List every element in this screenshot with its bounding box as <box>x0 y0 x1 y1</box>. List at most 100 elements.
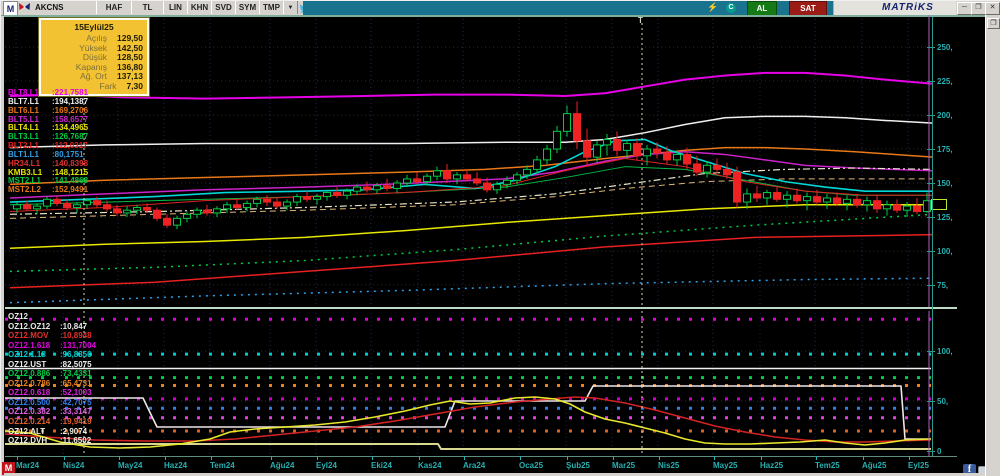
matriks-m-logo[interactable]: M <box>3 1 18 16</box>
y-axis-line <box>932 17 933 456</box>
xaxis-tick <box>613 456 614 460</box>
matriks-brand-panel: MATRiKS <box>833 1 956 15</box>
xaxis-tick <box>863 456 864 460</box>
cursor-t-marker: T <box>638 16 643 25</box>
label-oz12-0-886: OZ12.0.886:73,4331 <box>8 369 92 379</box>
xaxis-label-may24: May24 <box>118 461 143 470</box>
toolbar-button-tl[interactable]: TL <box>131 1 164 14</box>
label-oz12: OZ12 <box>8 312 29 321</box>
xaxis-tick <box>271 456 272 460</box>
lightning-icon[interactable]: ⚡ <box>707 1 719 14</box>
xaxis-label-mar24: Mar24 <box>16 461 40 470</box>
last-price-marker <box>931 199 947 210</box>
xaxis-tick <box>317 456 318 460</box>
label-oz12-1-618: OZ12.1.618:131,7004 <box>8 340 97 350</box>
xaxis-label-oca25: Oca25 <box>519 461 544 470</box>
xaxis-label-ağu24: Ağu24 <box>270 461 295 470</box>
label-oz12-0-500: OZ12.0.500:42,7075 <box>8 397 92 407</box>
tick <box>927 47 935 48</box>
butterfly-logo-icon <box>17 1 31 14</box>
m-logo-letter: M <box>6 3 15 14</box>
sell-button[interactable]: SAT <box>789 1 827 16</box>
label-oz12-1-18: OZ12.1.18:96,8356 <box>8 350 92 360</box>
xaxis-tick <box>520 456 521 460</box>
label-oz12-0-214: OZ12.0.214:19,9419 <box>8 417 92 427</box>
toolbar-button-khn[interactable]: KHN <box>187 1 212 14</box>
chart-dropdown-button[interactable]: ▼ <box>283 1 298 14</box>
xaxis-label-mar25: Mar25 <box>612 461 636 470</box>
label-oz12-0-786: OZ12.0.786:65,4731 <box>8 378 92 388</box>
close-button[interactable]: ✕ <box>985 2 1000 15</box>
bottom-ytick-0: 0 <box>937 447 942 456</box>
restore-button[interactable]: ❐ <box>971 2 986 15</box>
label-oz12-alt: OZ12.ALT:2,9074 <box>8 426 88 436</box>
xaxis-label-eki24: Eki24 <box>371 461 392 470</box>
xaxis-label-eyl25: Eyl25 <box>908 461 929 470</box>
panel-separator[interactable] <box>5 307 957 309</box>
xaxis-tick <box>211 456 212 460</box>
xaxis-tick <box>567 456 568 460</box>
ohlc-info-box: 15Eylül25 Açılış 129,50 Yüksek 142,50 Düşük 1… <box>38 17 150 97</box>
bottom-ytick-100: 100, <box>937 347 953 356</box>
main-ytick-225: 225, <box>937 77 953 86</box>
xaxis-label-may25: May25 <box>713 461 738 470</box>
toolbar: M AKCNS HAF TL LIN KHN SVD SYM TMP ▼ ⚡ C AL SA… <box>1 1 1000 16</box>
mdi-restore-button[interactable]: ❐ <box>987 18 1000 29</box>
tick <box>927 351 935 352</box>
xaxis-tick <box>659 456 660 460</box>
xaxis-label-haz25: Haz25 <box>760 461 784 470</box>
tick <box>927 115 935 116</box>
toolbar-button-sym[interactable]: SYM <box>235 1 260 14</box>
bottom-plot[interactable] <box>5 311 933 456</box>
label-oz12-ust: OZ12.UST:82,5075 <box>8 359 92 369</box>
xaxis-label-eyl24: Eyl24 <box>316 461 337 470</box>
main-ytick-250: 250, <box>937 43 953 52</box>
matriks-chart-window: M AKCNS HAF TL LIN KHN SVD SYM TMP ▼ ⚡ C AL SA… <box>0 0 1000 476</box>
symbol-text: AKCNS <box>35 3 64 12</box>
toolbar-button-svd[interactable]: SVD <box>211 1 236 14</box>
oscillator-indicator-labels: OZ12 OZ12.OZ12:10,847 OZ12.MOV:10,8948 OZ12… <box>8 312 96 446</box>
main-ytick-125: 125, <box>937 213 953 222</box>
xaxis-label-nis24: Nis24 <box>63 461 85 470</box>
xaxis-tick <box>464 456 465 460</box>
xaxis-tick <box>761 456 762 460</box>
xaxis-tick <box>119 456 120 460</box>
xaxis-label-tem24: Tem24 <box>210 461 235 470</box>
toolbar-button-haf[interactable]: HAF <box>96 1 132 14</box>
xaxis-label-ağu25: Ağu25 <box>862 461 887 470</box>
window-right-frame <box>985 15 1000 476</box>
main-ytick-200: 200, <box>937 111 953 120</box>
label-oz12-oz12: OZ12.OZ12:10,847 <box>8 321 88 331</box>
symbol-input[interactable]: AKCNS <box>32 1 98 14</box>
xaxis-label-nis25: Nis25 <box>658 461 680 470</box>
refresh-icon[interactable]: C <box>725 1 737 14</box>
tick <box>927 451 935 452</box>
label-oz12-0-618: OZ12.0.618:52,1003 <box>8 388 92 398</box>
xaxis-tick <box>909 456 910 460</box>
tick <box>927 217 935 218</box>
main-ytick-100: 100, <box>937 247 953 256</box>
xaxis-tick <box>165 456 166 460</box>
main-ytick-75: 75, <box>937 281 949 290</box>
bottom-ytick-50: 50, <box>937 397 949 406</box>
tick <box>927 183 935 184</box>
xaxis-separator <box>5 456 957 457</box>
main-indicator-labels: BLT8.L1:221,7581 BLT7.L1:194,1387 BLT6.L1:… <box>8 88 89 195</box>
xaxis-tick <box>714 456 715 460</box>
main-ytick-150: 150, <box>937 179 953 188</box>
tick <box>927 401 935 402</box>
buy-button[interactable]: AL <box>747 1 777 16</box>
toolbar-button-tmp[interactable]: TMP <box>259 1 284 14</box>
label-mst2-l2: MST2.L2:152,9491 <box>8 185 89 195</box>
xaxis-tick <box>816 456 817 460</box>
xaxis-label-şub25: Şub25 <box>566 461 591 470</box>
tick <box>927 149 935 150</box>
matriks-brand-text: MATRiKS <box>882 2 934 13</box>
label-oz12-0-382: OZ12.0.382:33,3147 <box>8 407 92 417</box>
toolbar-button-lin[interactable]: LIN <box>163 1 188 14</box>
tick <box>927 285 935 286</box>
xaxis-label-ara24: Ara24 <box>463 461 486 470</box>
minimize-button[interactable]: ─ <box>957 2 972 15</box>
main-ytick-175: 175, <box>937 145 953 154</box>
xaxis-label-tem25: Tem25 <box>815 461 840 470</box>
